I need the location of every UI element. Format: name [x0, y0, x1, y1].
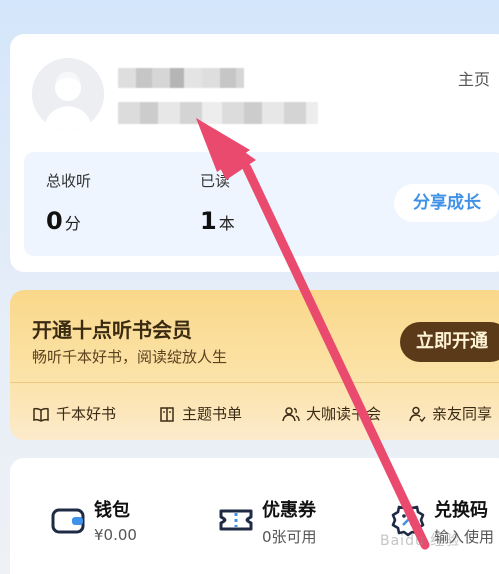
stat-unit: 本 [218, 214, 235, 233]
profile-card: 主页 总收听 0分 已读 1本 分享成长 [10, 34, 499, 272]
open-vip-button[interactable]: 立即开通 [400, 322, 499, 362]
homepage-link[interactable]: 主页 [458, 66, 490, 90]
watermark: Baidu 经验 [380, 533, 461, 549]
user-id-blurred [118, 102, 318, 124]
username-blurred [118, 68, 244, 88]
group-icon [282, 406, 300, 421]
vip-banner[interactable]: 开通十点听书会员 畅听千本好书，阅读绽放人生 立即开通 千本好书 主题书单 大咖… [10, 290, 499, 440]
feature-topic-lists[interactable]: 主题书单 [158, 403, 242, 424]
wallet-item[interactable]: 钱包 ¥0.00 [50, 496, 137, 544]
stat-value: 1 [200, 207, 217, 235]
book-list-icon [160, 406, 174, 422]
stat-value: 0 [46, 207, 63, 235]
default-avatar-icon [32, 58, 104, 130]
wallet-title: 钱包 [94, 500, 130, 521]
user-share-icon [409, 406, 426, 422]
divider [10, 382, 499, 383]
stat-label: 已读 [200, 172, 231, 190]
feature-label: 大咖读书会 [306, 405, 382, 423]
feature-share-family[interactable]: 亲友同享 [408, 403, 492, 424]
coupon-count: 0张可用 [262, 528, 317, 546]
coupon-icon [218, 502, 254, 538]
coupon-title: 优惠券 [262, 500, 316, 521]
stats-box: 总收听 0分 已读 1本 分享成长 [24, 152, 499, 256]
feature-thousand-books[interactable]: 千本好书 [32, 403, 116, 424]
wallet-balance: ¥0.00 [94, 526, 137, 544]
feature-reading-club[interactable]: 大咖读书会 [282, 403, 381, 424]
feature-label: 亲友同享 [432, 405, 493, 423]
stat-unit: 分 [64, 214, 81, 233]
exchange-code-title: 兑换码 [434, 500, 488, 521]
avatar[interactable] [32, 58, 104, 130]
vip-title: 开通十点听书会员 [32, 318, 192, 342]
stat-books-read[interactable]: 已读 1本 [200, 170, 235, 235]
feature-label: 主题书单 [182, 405, 243, 423]
wallet-icon [50, 502, 86, 538]
stat-label: 总收听 [46, 172, 92, 190]
vip-subtitle: 畅听千本好书，阅读绽放人生 [32, 348, 228, 366]
feature-label: 千本好书 [56, 405, 117, 423]
share-growth-button[interactable]: 分享成长 [394, 184, 499, 222]
wallet-card: 钱包 ¥0.00 优惠券 0张可用 兑换码 输入使用 [10, 458, 499, 574]
open-book-icon [33, 407, 49, 422]
stat-listen-time[interactable]: 总收听 0分 [46, 170, 91, 235]
coupon-item[interactable]: 优惠券 0张可用 [218, 496, 317, 547]
